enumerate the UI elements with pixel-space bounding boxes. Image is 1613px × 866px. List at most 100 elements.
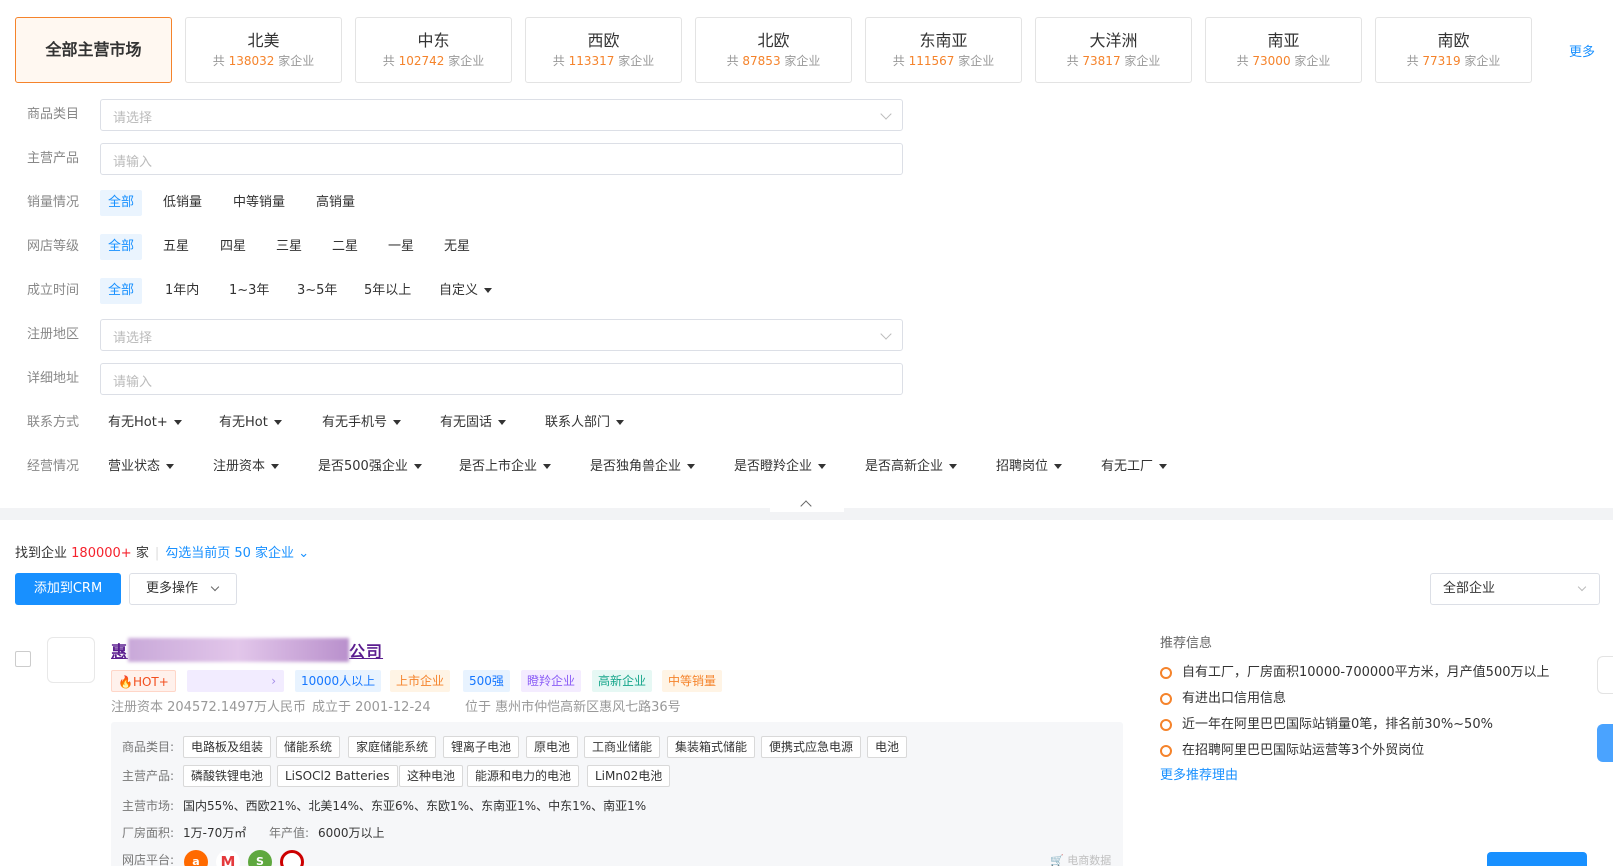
business-recruit-dropdown[interactable]: 招聘岗位 <box>996 458 1063 476</box>
address-label: 详细地址 <box>27 371 80 386</box>
market-name: 南欧 <box>1437 31 1470 50</box>
more-actions-button[interactable]: 更多操作 <box>129 573 237 605</box>
category-chip[interactable]: 电路板及组装 <box>183 736 272 758</box>
shop-level-three[interactable]: 三星 <box>268 234 310 260</box>
select-page-link[interactable]: 勾选当前页 50 家企业 <box>165 546 294 561</box>
category-row-label: 商品类目: <box>122 740 175 754</box>
category-chip[interactable]: 储能系统 <box>276 736 341 758</box>
contact-button[interactable] <box>1487 852 1587 866</box>
product-chip[interactable]: 能源和电力的电池 <box>467 765 580 787</box>
market-distribution: 国内55%、西欧21%、北美14%、东亚6%、东欧1%、东南亚1%、中东1%、南… <box>183 799 647 813</box>
company-detail-panel: 商品类目: 电路板及组装 储能系统 家庭储能系统 锂离子电池 原电池 工商业储能… <box>111 722 1123 866</box>
category-select[interactable]: 请选择 <box>100 99 903 131</box>
ecommerce-data-link[interactable]: 🛒 电商数据 <box>1050 852 1111 866</box>
market-card-north-america[interactable]: 北美 共 138032 家企业 <box>185 17 342 83</box>
business-top500-dropdown[interactable]: 是否500强企业 <box>318 458 422 476</box>
contact-phone-dropdown[interactable]: 有无固话 <box>440 414 507 432</box>
purple-tag[interactable]: › <box>187 670 284 692</box>
product-chip[interactable]: LiMn02电池 <box>587 765 671 787</box>
contact-hot-plus-dropdown[interactable]: 有无Hot+ <box>108 414 182 432</box>
founded-option-1-3y[interactable]: 1~3年 <box>221 278 277 304</box>
product-chip[interactable]: 磷酸铁锂电池 <box>183 765 272 787</box>
shop-level-four[interactable]: 四星 <box>212 234 254 260</box>
sales-option-all[interactable]: 全部 <box>100 190 143 216</box>
market-name: 北欧 <box>757 31 790 50</box>
market-count: 共 87853 家企业 <box>726 54 821 68</box>
market-card-all[interactable]: 全部主营市场 <box>15 17 172 83</box>
market-card-middle-east[interactable]: 中东 共 102742 家企业 <box>355 17 512 83</box>
region-select[interactable]: 请选择 <box>100 319 903 351</box>
collapse-filters-button[interactable] <box>770 494 844 512</box>
founded-option-5y-plus[interactable]: 5年以上 <box>356 278 419 304</box>
shop-level-two[interactable]: 二星 <box>324 234 366 260</box>
contact-label: 联系方式 <box>27 415 80 430</box>
founded-option-3-5y[interactable]: 3~5年 <box>289 278 345 304</box>
category-chip[interactable]: 便携式应急电源 <box>761 736 862 758</box>
category-chip[interactable]: 集装箱式储能 <box>667 736 756 758</box>
category-chip[interactable]: 电池 <box>867 736 908 758</box>
market-name: 东南亚 <box>919 31 968 50</box>
product-input[interactable]: 请输入 <box>100 143 903 175</box>
business-unicorn-dropdown[interactable]: 是否独角兽企业 <box>590 458 696 476</box>
market-name: 西欧 <box>587 31 620 50</box>
contact-mobile-dropdown[interactable]: 有无手机号 <box>322 414 402 432</box>
shop-level-five[interactable]: 五星 <box>155 234 197 260</box>
founded-custom-dropdown[interactable]: 自定义 <box>439 282 493 300</box>
output-label: 年产值: <box>269 826 310 840</box>
business-hitech-dropdown[interactable]: 是否高新企业 <box>865 458 958 476</box>
market-card-south-asia[interactable]: 南亚 共 73000 家企业 <box>1205 17 1362 83</box>
shop-level-one[interactable]: 一星 <box>380 234 422 260</box>
factory-row-label: 厂房面积: <box>122 826 175 840</box>
caret-down-icon <box>818 464 827 469</box>
category-chip[interactable]: 家庭储能系统 <box>348 736 437 758</box>
founded-option-1y[interactable]: 1年内 <box>157 278 207 304</box>
hot-plus-tag[interactable]: 🔥HOT+ <box>111 670 176 692</box>
company-logo <box>47 637 95 683</box>
contact-department-dropdown[interactable]: 联系人部门 <box>545 414 625 432</box>
listed-tag: 上市企业 <box>390 670 451 692</box>
staff-size-tag: 10000人以上 <box>295 670 382 692</box>
market-card-southeast-asia[interactable]: 东南亚 共 111567 家企业 <box>865 17 1022 83</box>
company-scope-select[interactable]: 全部企业 <box>1430 573 1600 605</box>
sales-option-medium[interactable]: 中等销量 <box>225 190 293 216</box>
company-name[interactable]: 惠州三星电器有限责任公司有限公司 <box>111 638 383 662</box>
shop-level-none[interactable]: 无星 <box>436 234 478 260</box>
category-chip[interactable]: 工商业储能 <box>584 736 661 758</box>
business-factory-dropdown[interactable]: 有无工厂 <box>1101 458 1168 476</box>
more-recommend-link[interactable]: 更多推荐理由 <box>1160 764 1238 783</box>
side-float-button[interactable] <box>1597 656 1613 694</box>
category-chip[interactable]: 原电池 <box>526 736 579 758</box>
contact-hot-dropdown[interactable]: 有无Hot <box>219 414 282 432</box>
business-listed-dropdown[interactable]: 是否上市企业 <box>459 458 552 476</box>
sales-option-high[interactable]: 高销量 <box>308 190 363 216</box>
product-label: 主营产品 <box>27 151 80 166</box>
market-card-oceania[interactable]: 大洋洲 共 73817 家企业 <box>1035 17 1192 83</box>
company-checkbox[interactable] <box>15 651 31 667</box>
founded-option-all[interactable]: 全部 <box>100 278 143 304</box>
platform-row-label: 网店平台: <box>122 853 175 866</box>
chevron-right-icon: › <box>271 674 276 688</box>
shop-level-all[interactable]: 全部 <box>100 234 143 260</box>
add-to-crm-button[interactable]: 添加到CRM <box>15 573 121 605</box>
business-status-dropdown[interactable]: 营业状态 <box>108 458 175 476</box>
product-placeholder: 请输入 <box>113 155 153 170</box>
market-card-southern-europe[interactable]: 南欧 共 77319 家企业 <box>1375 17 1532 83</box>
caret-down-icon <box>616 420 625 425</box>
market-card-northern-europe[interactable]: 北欧 共 87853 家企业 <box>695 17 852 83</box>
product-chip[interactable]: 这种电池 <box>399 765 464 787</box>
category-chip[interactable]: 锂离子电池 <box>443 736 520 758</box>
caret-down-icon <box>498 420 507 425</box>
business-capital-dropdown[interactable]: 注册资本 <box>213 458 280 476</box>
market-count: 共 113317 家企业 <box>552 54 655 68</box>
market-name: 南亚 <box>1267 31 1300 50</box>
recommend-item: 自有工厂，厂房面积10000-700000平方米，月产值500万以上 <box>1160 664 1550 682</box>
business-gazelle-dropdown[interactable]: 是否瞪羚企业 <box>734 458 827 476</box>
sales-option-low[interactable]: 低销量 <box>155 190 210 216</box>
product-row-label: 主营产品: <box>122 769 175 783</box>
product-chip[interactable]: LiSOCl2 Batteries <box>277 765 398 787</box>
more-markets-link[interactable]: 更多 <box>1569 41 1595 60</box>
address-input[interactable]: 请输入 <box>100 363 903 395</box>
market-card-western-europe[interactable]: 西欧 共 113317 家企业 <box>525 17 682 83</box>
chevron-down-icon <box>880 108 892 120</box>
side-chat-button[interactable] <box>1597 724 1613 762</box>
